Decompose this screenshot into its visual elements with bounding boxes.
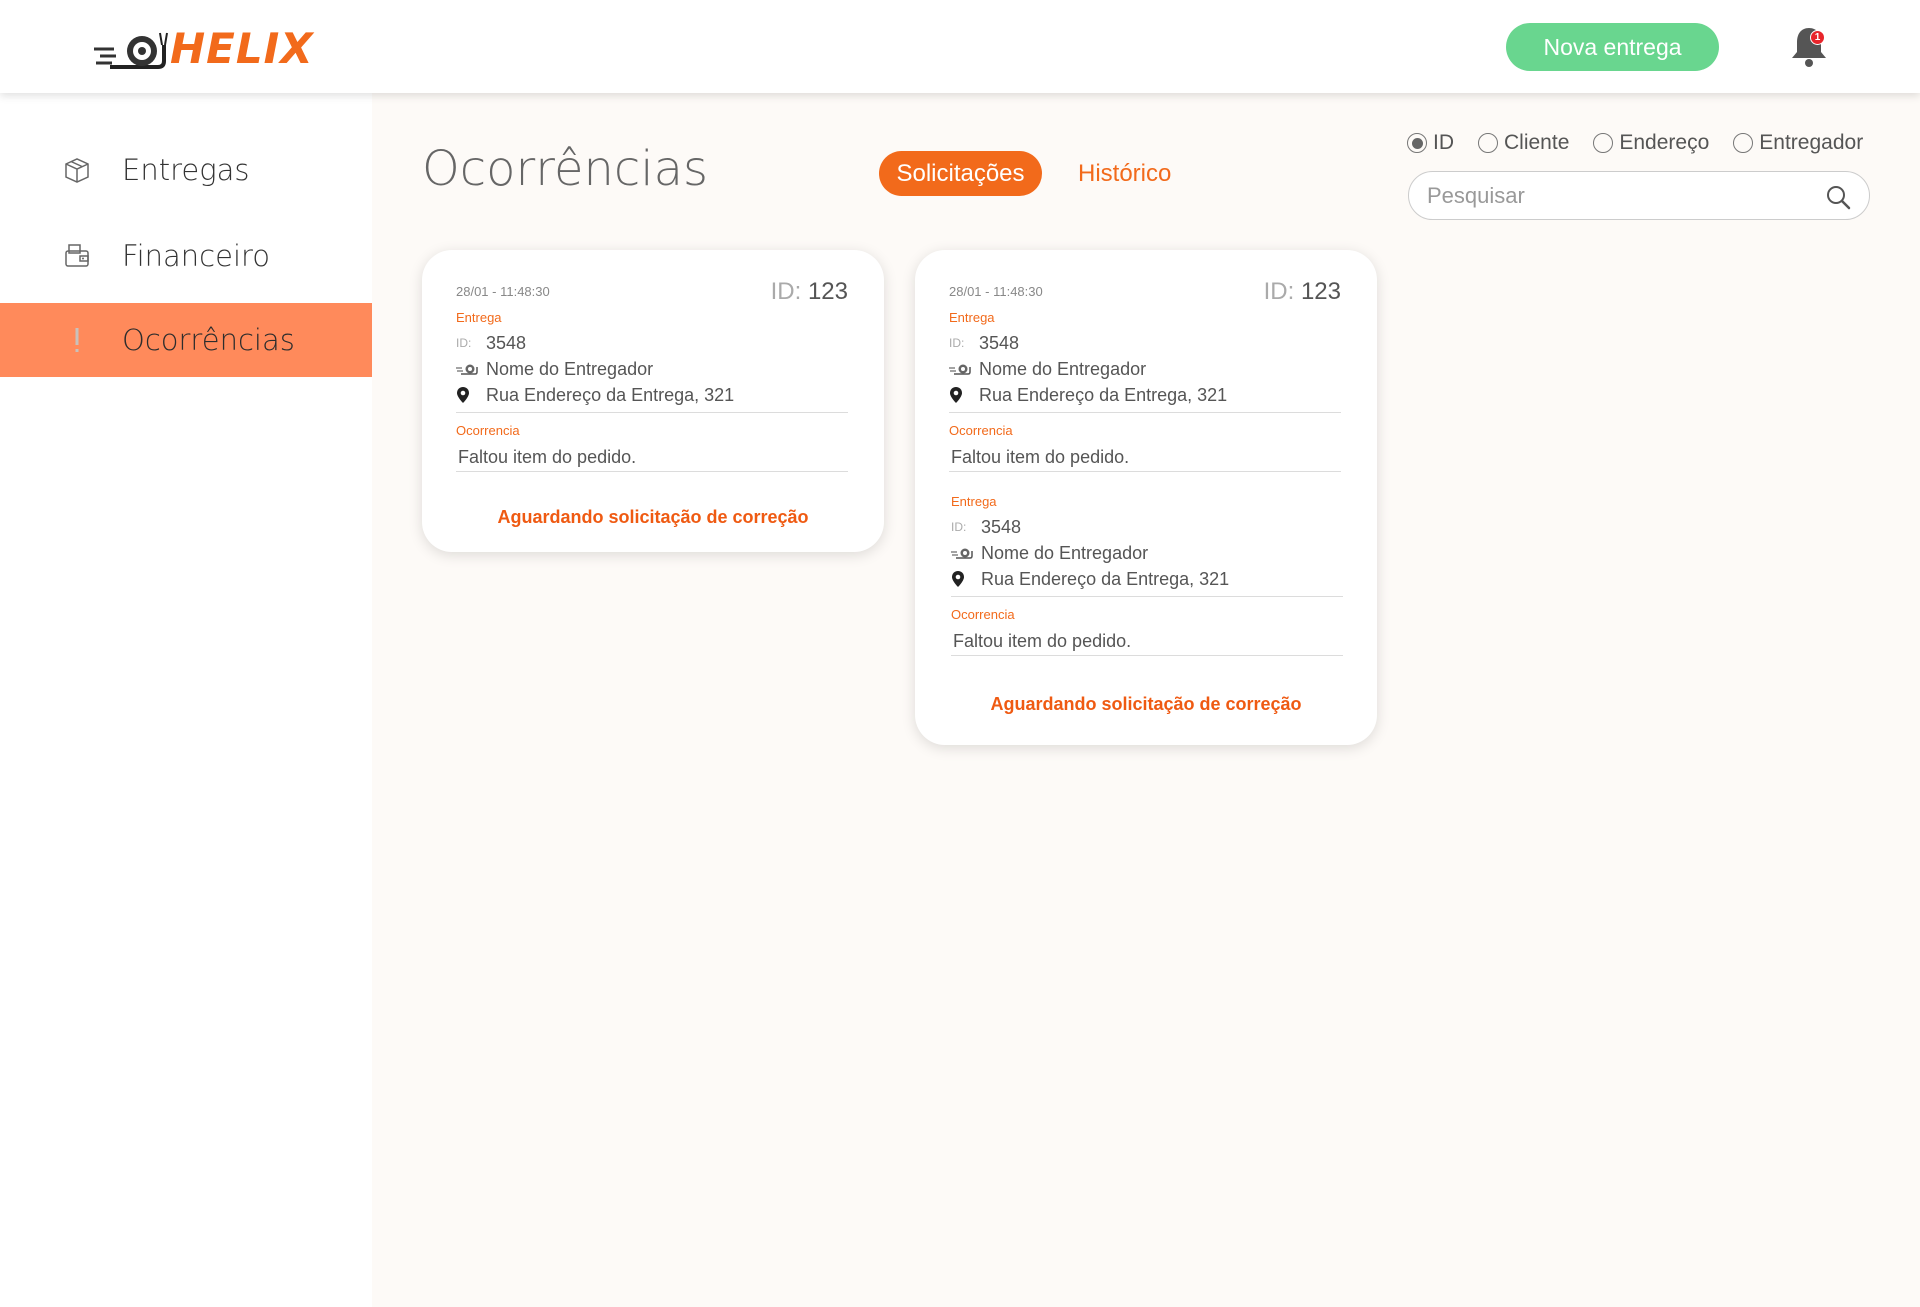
divider bbox=[951, 596, 1343, 597]
occurrence-card[interactable]: 28/01 - 11:48:30 ID: 123 Entrega ID: 354… bbox=[422, 250, 884, 552]
search-input[interactable] bbox=[1427, 180, 1807, 212]
snail-logo-icon bbox=[94, 32, 168, 69]
divider bbox=[951, 655, 1343, 656]
search-icon[interactable] bbox=[1825, 184, 1851, 210]
sidebar-item-entregas[interactable]: Entregas bbox=[0, 133, 372, 207]
delivery-label: Entrega bbox=[949, 310, 995, 325]
occurrence-text: Faltou item do pedido. bbox=[953, 630, 1132, 651]
radio-label: Entregador bbox=[1759, 131, 1864, 154]
card-id-value: 123 bbox=[1300, 278, 1341, 305]
notification-badge: 1 bbox=[1810, 30, 1825, 45]
card-timestamp: 28/01 - 11:48:30 bbox=[456, 284, 550, 299]
filter-option-endereco[interactable]: Endereço bbox=[1593, 131, 1709, 155]
tab-solicitacoes[interactable]: Solicitações bbox=[879, 151, 1042, 196]
address-row: Rua Endereço da Entrega, 321 bbox=[456, 382, 848, 408]
top-header: HELIX Nova entrega 1 bbox=[0, 0, 1920, 93]
card-id: ID: 123 bbox=[1264, 278, 1341, 306]
occurrence-label: Ocorrencia bbox=[951, 607, 1015, 622]
delivery-id-key: ID: bbox=[951, 520, 967, 534]
divider bbox=[949, 471, 1341, 472]
address-row: Rua Endereço da Entrega, 321 bbox=[951, 566, 1343, 592]
card-id: ID: 123 bbox=[771, 278, 848, 306]
sidebar-item-label: Financeiro bbox=[122, 239, 271, 273]
radio-button[interactable] bbox=[1593, 133, 1614, 153]
occurrence-text: Faltou item do pedido. bbox=[951, 446, 1130, 467]
sidebar-item-financeiro[interactable]: Financeiro bbox=[0, 219, 372, 293]
radio-button[interactable] bbox=[1733, 133, 1754, 153]
delivery-id-row: ID: 3548 bbox=[951, 514, 1343, 540]
occurrence-label: Ocorrencia bbox=[456, 423, 520, 438]
map-pin-icon bbox=[457, 387, 469, 403]
courier-name: Nome do Entregador bbox=[979, 358, 1147, 379]
wallet-icon bbox=[65, 244, 89, 267]
card-timestamp: 28/01 - 11:48:30 bbox=[949, 284, 1043, 299]
courier-row: Nome do Entregador bbox=[949, 356, 1341, 382]
map-pin-icon bbox=[952, 571, 964, 587]
courier-row: Nome do Entregador bbox=[951, 540, 1343, 566]
radio-button[interactable] bbox=[1478, 133, 1498, 153]
sidebar-item-ocorrencias[interactable]: Ocorrências bbox=[0, 303, 372, 377]
filter-option-cliente[interactable]: Cliente bbox=[1478, 131, 1569, 155]
address-row: Rua Endereço da Entrega, 321 bbox=[949, 382, 1341, 408]
delivery-id-key: ID: bbox=[949, 336, 965, 350]
address-text: Rua Endereço da Entrega, 321 bbox=[486, 384, 735, 405]
helix-logo[interactable]: HELIX bbox=[92, 24, 314, 74]
address-text: Rua Endereço da Entrega, 321 bbox=[979, 384, 1228, 405]
delivery-section: Entrega ID: 3548 Nome do Entregador Rua … bbox=[456, 310, 848, 472]
snail-courier-icon bbox=[949, 364, 971, 375]
delivery-section: Entrega ID: 3548 Nome do Entregador Rua … bbox=[951, 494, 1343, 656]
courier-name: Nome do Entregador bbox=[486, 358, 654, 379]
occurrence-card[interactable]: 28/01 - 11:48:30 ID: 123 Entrega ID: 354… bbox=[915, 250, 1377, 745]
box-icon bbox=[65, 158, 89, 183]
delivery-id-value: 3548 bbox=[979, 332, 1020, 353]
occurrence-text: Faltou item do pedido. bbox=[458, 446, 637, 467]
new-delivery-button[interactable]: Nova entrega bbox=[1506, 23, 1719, 71]
radio-button[interactable] bbox=[1407, 133, 1427, 153]
filter-option-entregador[interactable]: Entregador bbox=[1733, 131, 1863, 155]
divider bbox=[949, 412, 1341, 413]
sidebar-item-label: Ocorrências bbox=[122, 323, 295, 357]
delivery-id-value: 3548 bbox=[486, 332, 527, 353]
delivery-label: Entrega bbox=[456, 310, 502, 325]
delivery-id-row: ID: 3548 bbox=[949, 330, 1341, 356]
status-text: Aguardando solicitação de correção bbox=[990, 694, 1302, 714]
card-id-key: ID: bbox=[1263, 278, 1295, 305]
brand-name: HELIX bbox=[170, 24, 314, 73]
status-text: Aguardando solicitação de correção bbox=[497, 507, 809, 527]
delivery-id-value: 3548 bbox=[981, 516, 1022, 537]
delivery-id-key: ID: bbox=[456, 336, 472, 350]
bell-icon[interactable] bbox=[1789, 24, 1829, 68]
courier-row: Nome do Entregador bbox=[456, 356, 848, 382]
map-pin-icon bbox=[950, 387, 962, 403]
courier-name: Nome do Entregador bbox=[981, 542, 1149, 563]
card-id-value: 123 bbox=[807, 278, 848, 305]
card-id-key: ID: bbox=[770, 278, 802, 305]
sidebar-item-label: Entregas bbox=[122, 153, 250, 187]
address-text: Rua Endereço da Entrega, 321 bbox=[981, 568, 1230, 589]
search-box bbox=[1408, 171, 1870, 220]
delivery-section: Entrega ID: 3548 Nome do Entregador Rua … bbox=[949, 310, 1341, 472]
delivery-label: Entrega bbox=[951, 494, 997, 509]
delivery-id-row: ID: 3548 bbox=[456, 330, 848, 356]
snail-courier-icon bbox=[456, 364, 478, 375]
occurrence-label: Ocorrencia bbox=[949, 423, 1013, 438]
main-content: Ocorrências Solicitações Histórico ID Cl… bbox=[372, 93, 1920, 1307]
divider bbox=[456, 471, 848, 472]
sidebar: Entregas Financeiro Ocorrências bbox=[0, 93, 372, 1307]
filter-radio-group: ID Cliente Endereço Entregador bbox=[1407, 131, 1863, 155]
snail-courier-icon bbox=[951, 548, 973, 559]
exclamation-icon bbox=[75, 328, 79, 352]
radio-label: ID bbox=[1433, 131, 1454, 154]
divider bbox=[456, 412, 848, 413]
page-title: Ocorrências bbox=[422, 141, 709, 197]
filter-option-id[interactable]: ID bbox=[1407, 131, 1454, 155]
radio-label: Cliente bbox=[1504, 131, 1570, 154]
radio-label: Endereço bbox=[1619, 131, 1710, 154]
tab-historico[interactable]: Histórico bbox=[1078, 151, 1171, 196]
